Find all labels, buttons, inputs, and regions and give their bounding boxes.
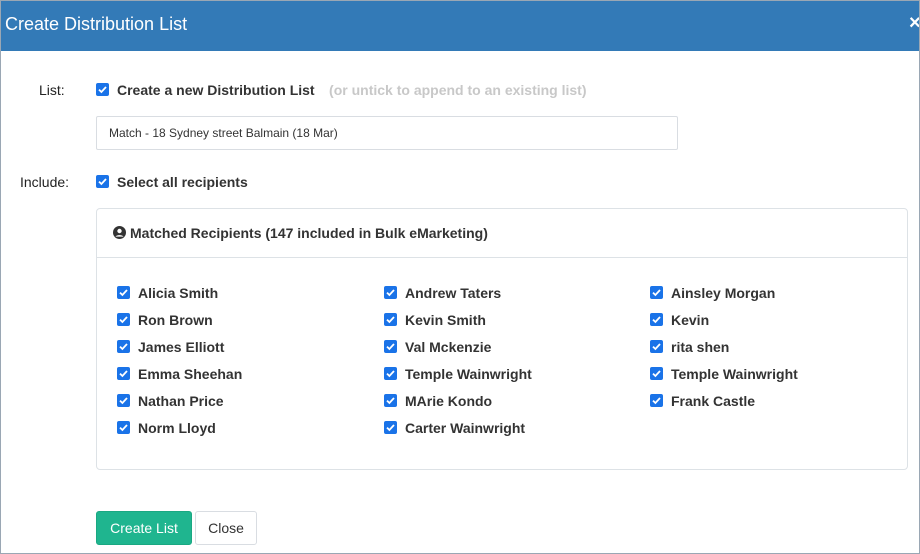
recipient-name: Emma Sheehan (138, 365, 243, 382)
recipient-checkbox[interactable] (117, 394, 130, 407)
checkmark-icon (386, 343, 395, 351)
recipient-name: Carter Wainwright (405, 419, 526, 436)
recipient-name: Frank Castle (671, 392, 756, 409)
recipient-item[interactable]: Norm Lloyd (117, 414, 242, 441)
recipient-name: Kevin Smith (405, 311, 486, 328)
include-label: Include: (20, 174, 70, 190)
checkmark-icon (386, 289, 395, 297)
checkmark-icon (386, 424, 395, 432)
recipient-name: Norm Lloyd (138, 419, 216, 436)
recipient-checkbox[interactable] (117, 421, 130, 434)
close-button[interactable]: Close (195, 511, 257, 545)
checkmark-icon (652, 289, 661, 297)
select-all-option[interactable]: Select all recipients (96, 174, 248, 192)
checkmark-icon (386, 397, 395, 405)
recipient-name: Alicia Smith (138, 284, 219, 301)
select-all-checkbox[interactable] (96, 175, 109, 188)
recipient-item[interactable]: Emma Sheehan (117, 360, 242, 387)
recipient-item[interactable]: Ainsley Morgan (650, 279, 798, 306)
create-list-button[interactable]: Create List (96, 511, 192, 545)
recipient-checkbox[interactable] (650, 313, 663, 326)
recipient-item[interactable]: MArie Kondo (384, 387, 532, 414)
checkmark-icon (119, 289, 128, 297)
recipients-column: Andrew Taters Kevin Smith Val Mckenzie Temp… (384, 279, 532, 441)
checkmark-icon (652, 397, 661, 405)
create-new-list-option[interactable]: Create a new Distribution List (or untic… (96, 82, 587, 100)
checkmark-icon (386, 316, 395, 324)
recipient-checkbox[interactable] (384, 340, 397, 353)
recipient-name: Nathan Price (138, 392, 224, 409)
dialog-title: Create Distribution List (5, 14, 188, 34)
recipient-checkbox[interactable] (117, 367, 130, 380)
recipient-item[interactable]: Val Mckenzie (384, 333, 532, 360)
recipient-name: Kevin (671, 311, 710, 328)
recipient-name: Temple Wainwright (405, 365, 532, 382)
recipients-column: Ainsley Morgan Kevin rita shen Temple Wainw… (650, 279, 798, 414)
recipient-name: Andrew Taters (405, 284, 502, 301)
recipient-checkbox[interactable] (117, 313, 130, 326)
checkmark-icon (119, 343, 128, 351)
panel-title-row: Matched Recipients (147 included in Bulk… (113, 225, 488, 241)
recipient-item[interactable]: Kevin Smith (384, 306, 532, 333)
recipient-item[interactable]: James Elliott (117, 333, 242, 360)
checkmark-icon (119, 397, 128, 405)
recipient-checkbox[interactable] (650, 367, 663, 380)
dialog-header: Create Distribution List × (1, 1, 919, 51)
recipient-name: MArie Kondo (405, 392, 493, 409)
recipients-column: Alicia Smith Ron Brown James Elliott Emma S… (117, 279, 242, 441)
recipient-name: Ainsley Morgan (671, 284, 776, 301)
checkmark-icon (386, 370, 395, 378)
recipient-checkbox[interactable] (117, 340, 130, 353)
recipient-checkbox[interactable] (384, 421, 397, 434)
recipient-checkbox[interactable] (650, 394, 663, 407)
matched-recipients-panel: Matched Recipients (147 included in Bulk… (96, 208, 908, 470)
checkmark-icon (652, 370, 661, 378)
list-label: List: (39, 82, 65, 98)
recipient-name: Temple Wainwright (671, 365, 798, 382)
recipient-name: Val Mckenzie (405, 338, 492, 355)
recipient-item[interactable]: Alicia Smith (117, 279, 242, 306)
append-hint: (or untick to append to an existing list… (329, 82, 587, 98)
create-new-list-label: Create a new Distribution List (117, 82, 315, 98)
create-distribution-list-dialog: Create Distribution List × List: Create … (0, 0, 920, 554)
recipient-checkbox[interactable] (384, 394, 397, 407)
recipient-checkbox[interactable] (384, 313, 397, 326)
checkmark-icon (652, 316, 661, 324)
recipient-name: rita shen (671, 338, 730, 355)
checkmark-icon (98, 178, 107, 186)
recipient-checkbox[interactable] (384, 286, 397, 299)
recipient-item[interactable]: Nathan Price (117, 387, 242, 414)
recipient-item[interactable]: Frank Castle (650, 387, 798, 414)
recipient-item[interactable]: Carter Wainwright (384, 414, 532, 441)
panel-title: Matched Recipients (147 included in Bulk… (130, 225, 488, 241)
recipient-item[interactable]: Temple Wainwright (650, 360, 798, 387)
select-all-label: Select all recipients (117, 174, 248, 190)
checkmark-icon (652, 343, 661, 351)
recipient-item[interactable]: Temple Wainwright (384, 360, 532, 387)
recipient-name: Ron Brown (138, 311, 213, 328)
recipient-name: James Elliott (138, 338, 225, 355)
recipient-item[interactable]: Kevin (650, 306, 798, 333)
panel-header: Matched Recipients (147 included in Bulk… (97, 209, 907, 258)
create-new-list-checkbox[interactable] (96, 83, 109, 96)
list-name-input[interactable] (96, 116, 678, 150)
recipient-checkbox[interactable] (650, 340, 663, 353)
recipient-item[interactable]: rita shen (650, 333, 798, 360)
recipient-checkbox[interactable] (650, 286, 663, 299)
checkmark-icon (119, 370, 128, 378)
checkmark-icon (98, 86, 107, 94)
checkmark-icon (119, 424, 128, 432)
user-circle-icon (113, 226, 126, 239)
recipient-item[interactable]: Ron Brown (117, 306, 242, 333)
recipient-checkbox[interactable] (117, 286, 130, 299)
recipient-checkbox[interactable] (384, 367, 397, 380)
checkmark-icon (119, 316, 128, 324)
recipient-item[interactable]: Andrew Taters (384, 279, 532, 306)
close-icon[interactable]: × (909, 11, 919, 35)
